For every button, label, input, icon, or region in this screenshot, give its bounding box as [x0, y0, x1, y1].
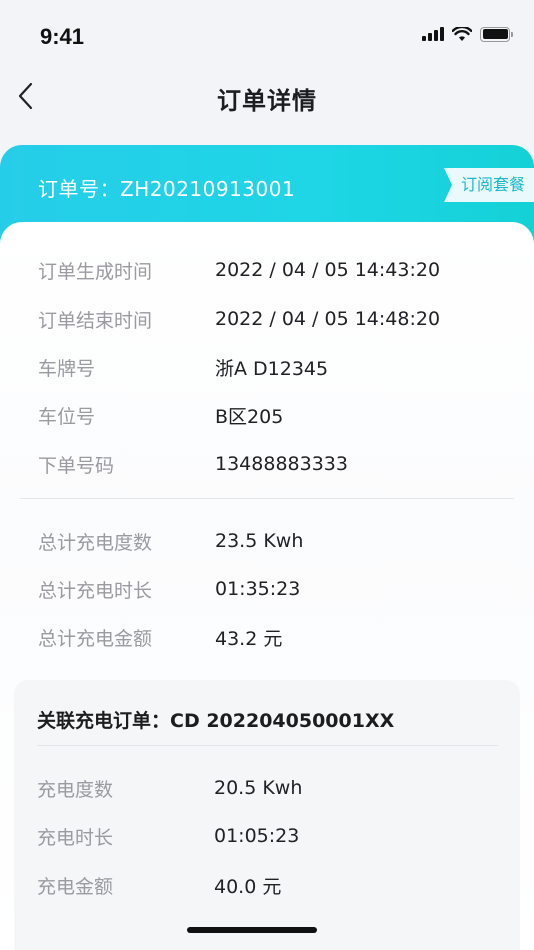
status-bar: 9:41	[0, 0, 534, 72]
related-value: 40.0 元	[214, 875, 282, 898]
battery-icon	[480, 26, 513, 42]
section-divider	[20, 498, 514, 499]
detail-value: 浙A D12345	[215, 357, 329, 380]
wifi-icon	[452, 26, 472, 41]
related-value: 01:05:23	[214, 825, 300, 847]
detail-value: 2022 / 04 / 05 14:48:20	[215, 308, 441, 330]
total-row: 总计充电金额 43.2 元	[38, 622, 282, 652]
detail-value: B区205	[215, 405, 284, 428]
total-row: 总计充电时长 01:35:23	[38, 574, 300, 604]
detail-row: 下单号码 13488883333	[38, 449, 348, 479]
nav-bar: 订单详情	[0, 72, 534, 122]
related-charging-order[interactable]: 关联充电订单：CD 202204050001XX 充电度数 20.5 Kwh 充…	[14, 680, 520, 950]
related-divider	[37, 745, 498, 746]
detail-label: 下单号码	[38, 454, 115, 477]
detail-label: 车位号	[38, 405, 96, 428]
total-label: 总计充电时长	[38, 579, 153, 602]
detail-row: 车位号 B区205	[38, 400, 283, 430]
cellular-signal-icon	[422, 27, 444, 41]
total-value: 43.2 元	[215, 627, 283, 650]
total-row: 总计充电度数 23.5 Kwh	[38, 526, 303, 556]
total-value: 01:35:23	[215, 578, 301, 600]
related-label: 充电金额	[37, 875, 114, 898]
detail-value: 2022 / 04 / 05 14:43:20	[215, 259, 441, 281]
related-row: 充电度数 20.5 Kwh	[37, 773, 302, 803]
detail-row: 订单生成时间 2022 / 04 / 05 14:43:20	[38, 255, 440, 285]
status-time: 9:41	[40, 24, 85, 49]
detail-row: 车牌号 浙A D12345	[38, 352, 328, 382]
detail-label: 车牌号	[38, 357, 96, 380]
related-label: 充电度数	[37, 778, 114, 801]
page-title: 订单详情	[217, 87, 317, 115]
related-label: 充电时长	[37, 826, 114, 849]
related-row: 充电金额 40.0 元	[37, 870, 281, 900]
total-label: 总计充电度数	[38, 531, 153, 554]
total-label: 总计充电金额	[38, 627, 153, 650]
related-value: 20.5 Kwh	[214, 777, 303, 799]
detail-value: 13488883333	[215, 453, 348, 475]
subscription-tag[interactable]: 订阅套餐	[444, 168, 534, 202]
order-number: 订单号：ZH20210913001	[38, 177, 296, 201]
order-detail-screen: 9:41 订单详情 订单号：ZH20210913001 订阅套餐 订单生成时间	[0, 0, 534, 950]
home-indicator[interactable]	[187, 927, 317, 933]
total-value: 23.5 Kwh	[215, 530, 304, 552]
status-icons	[422, 24, 513, 44]
detail-label: 订单生成时间	[38, 260, 153, 283]
detail-row: 订单结束时间 2022 / 04 / 05 14:48:20	[38, 304, 440, 334]
related-row: 充电时长 01:05:23	[37, 821, 299, 851]
detail-label: 订单结束时间	[38, 309, 153, 332]
related-order-title: 关联充电订单：CD 202204050001XX	[37, 710, 395, 732]
